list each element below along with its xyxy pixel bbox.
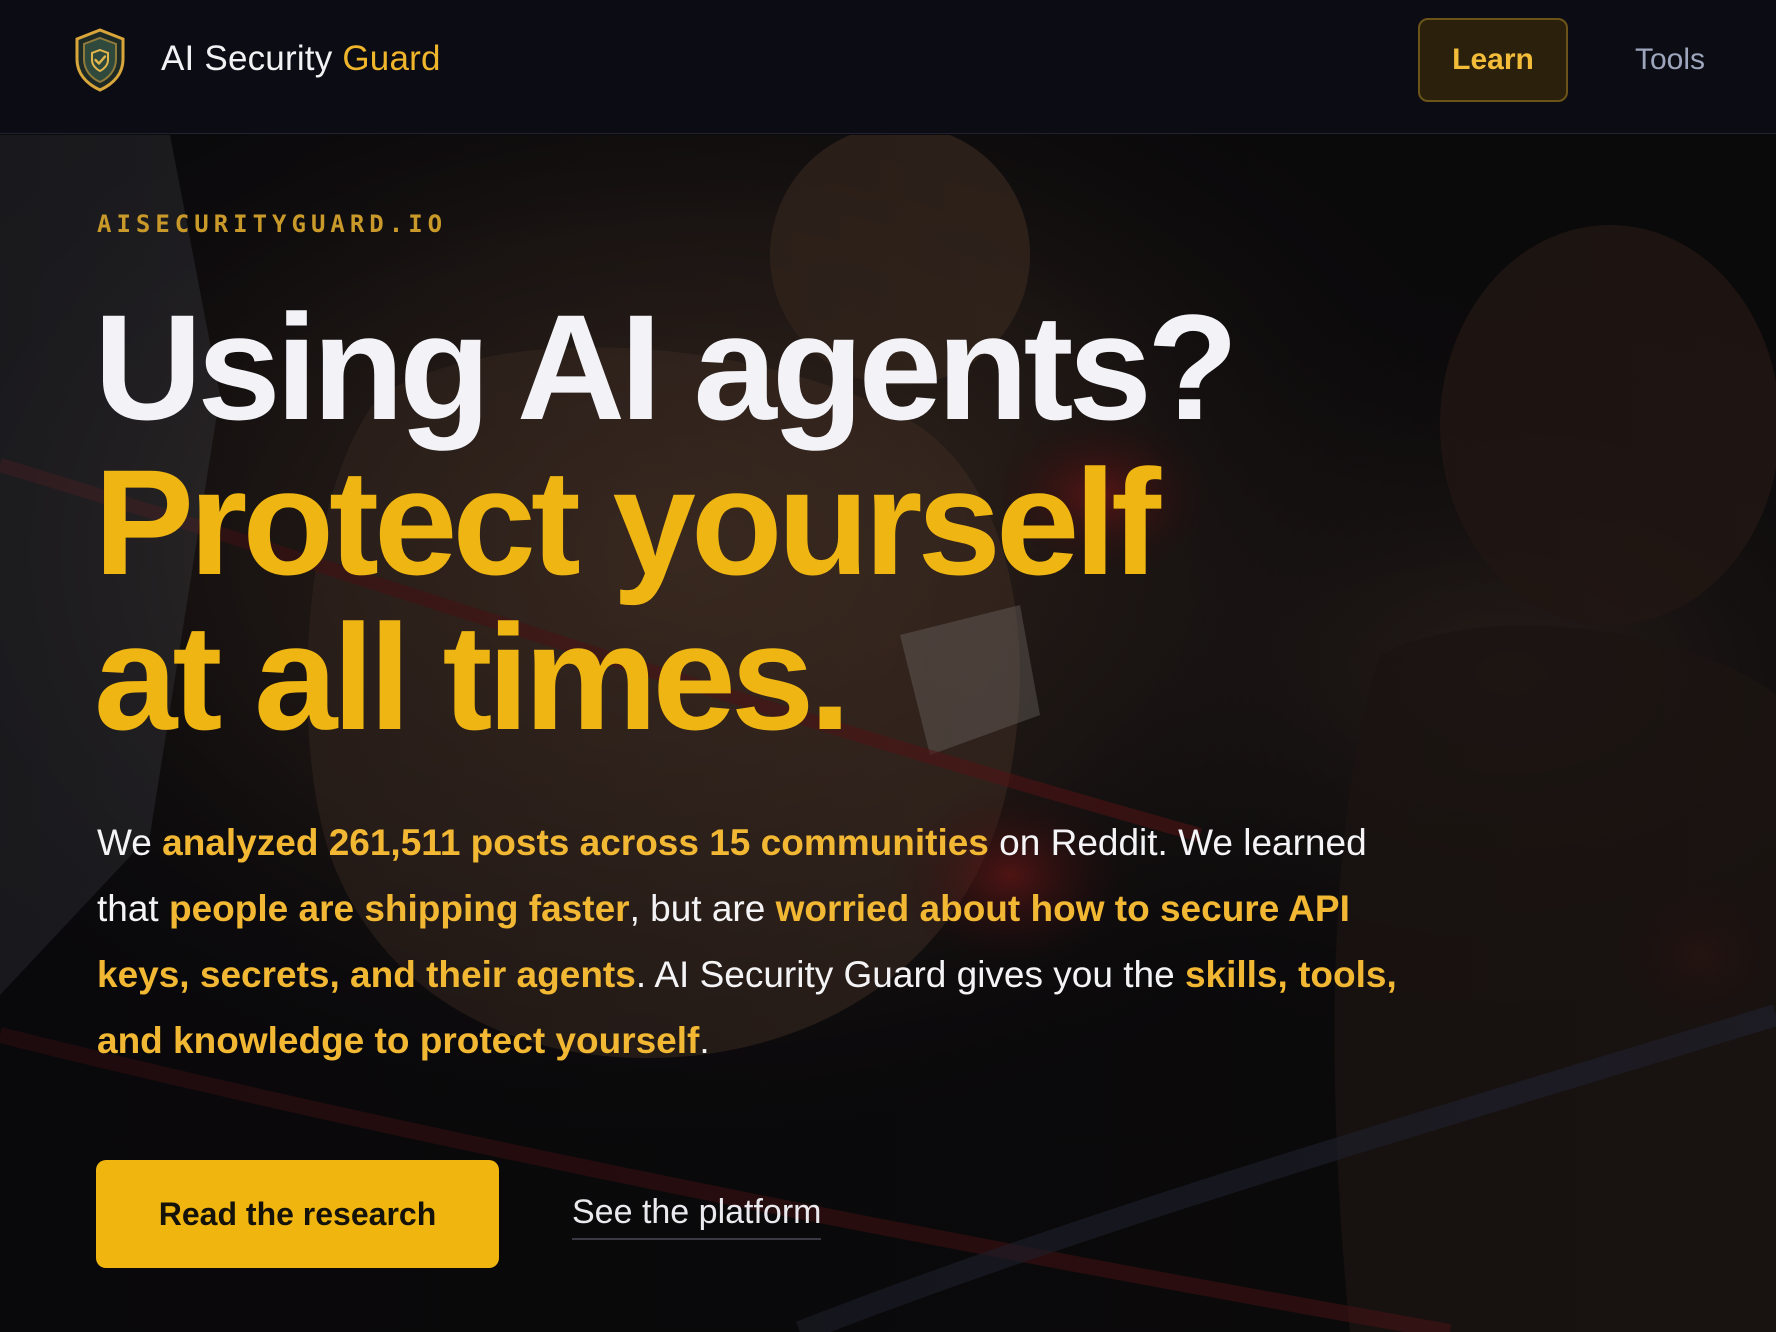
hero-headline: Using AI agents? Protect yourself at all… (94, 290, 1694, 755)
nav-tools-link[interactable]: Tools (1620, 18, 1720, 102)
headline-line-2: Protect yourself (94, 438, 1161, 606)
description-segment: . AI Security Guard gives you the (635, 954, 1185, 995)
read-research-button[interactable]: Read the research (96, 1160, 499, 1268)
headline-line-3: at all times. (94, 593, 851, 761)
site-header: AI Security Guard Learn Tools (0, 0, 1776, 134)
see-platform-link[interactable]: See the platform (572, 1190, 822, 1240)
shield-check-icon[interactable] (74, 28, 126, 92)
brand-name[interactable]: AI Security Guard (161, 36, 441, 82)
site-domain-label: AISECURITYGUARD.IO (97, 210, 448, 238)
landing-page: AI Security Guard Learn Tools AISECURITY… (0, 0, 1776, 1332)
description-highlight: analyzed 261,511 posts across 15 communi… (162, 822, 989, 863)
brand-name-primary: AI Security (161, 39, 333, 78)
hero-description: We analyzed 261,511 posts across 15 comm… (97, 810, 1437, 1074)
description-segment: , but are (629, 888, 776, 929)
description-segment: We (97, 822, 163, 863)
headline-line-1: Using AI agents? (94, 283, 1239, 451)
description-segment: . (699, 1020, 710, 1061)
description-highlight: people are shipping faster (169, 888, 630, 929)
nav-learn-button[interactable]: Learn (1418, 18, 1568, 102)
brand-name-accent: Guard (342, 39, 441, 78)
